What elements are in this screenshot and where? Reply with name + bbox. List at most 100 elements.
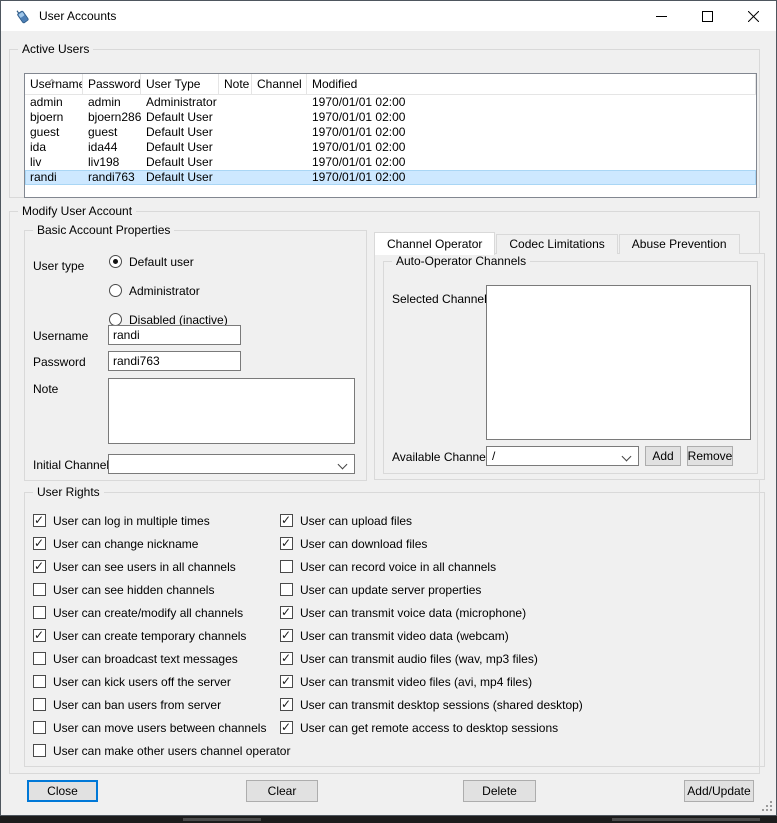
cell-note <box>219 140 252 155</box>
user-rights-group-label: User Rights <box>33 485 104 499</box>
user-right-row[interactable]: User can transmit audio files (wav, mp3 … <box>280 647 583 670</box>
checkbox-icon[interactable] <box>33 514 46 527</box>
resize-grip[interactable] <box>761 800 773 812</box>
maximize-button[interactable] <box>684 1 730 31</box>
titlebar[interactable]: User Accounts <box>1 1 776 31</box>
user-right-label: User can see hidden channels <box>53 583 214 597</box>
column-header-note[interactable]: Note <box>219 74 252 94</box>
column-header-channel[interactable]: Channel <box>252 74 307 94</box>
window-controls <box>638 1 776 31</box>
checkbox-icon[interactable] <box>280 606 293 619</box>
user-right-label: User can transmit desktop sessions (shar… <box>300 698 583 712</box>
column-header-password[interactable]: Password <box>83 74 141 94</box>
checkbox-icon[interactable] <box>33 537 46 550</box>
user-right-row[interactable]: User can upload files <box>280 509 583 532</box>
checkbox-icon[interactable] <box>280 721 293 734</box>
user-right-row[interactable]: User can transmit video data (webcam) <box>280 624 583 647</box>
user-right-row[interactable]: User can transmit desktop sessions (shar… <box>280 693 583 716</box>
user-right-row[interactable]: User can create temporary channels <box>33 624 290 647</box>
cell-password: bjoern286 <box>83 110 141 125</box>
checkbox-icon[interactable] <box>280 514 293 527</box>
user-right-row[interactable]: User can broadcast text messages <box>33 647 290 670</box>
tab-codec-limitations[interactable]: Codec Limitations <box>496 234 617 254</box>
checkbox-icon[interactable] <box>280 560 293 573</box>
radio-button-icon[interactable] <box>109 255 122 268</box>
checkbox-icon[interactable] <box>280 698 293 711</box>
checkbox-icon[interactable] <box>33 629 46 642</box>
column-header-user_type[interactable]: User Type <box>141 74 219 94</box>
note-label: Note <box>33 382 58 396</box>
cell-channel <box>252 125 307 140</box>
password-input[interactable] <box>108 351 241 371</box>
table-row[interactable]: adminadminAdministrator1970/01/01 02:00 <box>25 95 756 110</box>
checkbox-icon[interactable] <box>280 537 293 550</box>
close-button[interactable] <box>730 1 776 31</box>
user-right-label: User can transmit voice data (microphone… <box>300 606 526 620</box>
user-right-row[interactable]: User can move users between channels <box>33 716 290 739</box>
active-users-group-label: Active Users <box>18 42 93 56</box>
add-button[interactable]: Add <box>645 446 681 466</box>
close-dialog-button[interactable]: Close <box>27 780 98 802</box>
app-icon <box>14 8 31 25</box>
users-table[interactable]: UsernamePasswordUser TypeNoteChannelModi… <box>24 73 757 198</box>
user-right-row[interactable]: User can transmit video files (avi, mp4 … <box>280 670 583 693</box>
user-right-row[interactable]: User can get remote access to desktop se… <box>280 716 583 739</box>
checkbox-icon[interactable] <box>280 583 293 596</box>
checkbox-icon[interactable] <box>33 721 46 734</box>
checkbox-icon[interactable] <box>33 583 46 596</box>
add-update-button[interactable]: Add/Update <box>684 780 754 802</box>
user-right-row[interactable]: User can update server properties <box>280 578 583 601</box>
clear-button[interactable]: Clear <box>246 780 318 802</box>
radio-label: Default user <box>129 255 194 269</box>
user-right-row[interactable]: User can make other users channel operat… <box>33 739 290 762</box>
user-right-label: User can transmit video files (avi, mp4 … <box>300 675 532 689</box>
column-header-modified[interactable]: Modified <box>307 74 756 94</box>
user-right-label: User can see users in all channels <box>53 560 236 574</box>
window-title: User Accounts <box>39 9 116 23</box>
table-row[interactable]: bjoernbjoern286Default User1970/01/01 02… <box>25 110 756 125</box>
checkbox-icon[interactable] <box>280 629 293 642</box>
user-right-row[interactable]: User can see users in all channels <box>33 555 290 578</box>
checkbox-icon[interactable] <box>33 560 46 573</box>
user-right-row[interactable]: User can transmit voice data (microphone… <box>280 601 583 624</box>
checkbox-icon[interactable] <box>33 744 46 757</box>
table-row[interactable]: idaida44Default User1970/01/01 02:00 <box>25 140 756 155</box>
cell-modified: 1970/01/01 02:00 <box>307 155 756 170</box>
cell-channel <box>252 170 307 185</box>
checkbox-icon[interactable] <box>280 675 293 688</box>
user-type-radio-row[interactable]: Administrator <box>109 276 228 305</box>
delete-button[interactable]: Delete <box>463 780 536 802</box>
users-table-header[interactable]: UsernamePasswordUser TypeNoteChannelModi… <box>25 74 756 95</box>
user-right-row[interactable]: User can create/modify all channels <box>33 601 290 624</box>
user-right-row[interactable]: User can download files <box>280 532 583 555</box>
user-right-label: User can log in multiple times <box>53 514 210 528</box>
table-row[interactable]: livliv198Default User1970/01/01 02:00 <box>25 155 756 170</box>
user-right-row[interactable]: User can see hidden channels <box>33 578 290 601</box>
user-right-row[interactable]: User can ban users from server <box>33 693 290 716</box>
checkbox-icon[interactable] <box>280 652 293 665</box>
user-rights-group: User Rights User can log in multiple tim… <box>24 492 765 767</box>
checkbox-icon[interactable] <box>33 606 46 619</box>
minimize-button[interactable] <box>638 1 684 31</box>
user-right-row[interactable]: User can kick users off the server <box>33 670 290 693</box>
note-textarea[interactable] <box>108 378 355 444</box>
tab-abuse-prevention[interactable]: Abuse Prevention <box>619 234 740 254</box>
tab-channel-operator[interactable]: Channel Operator <box>374 232 495 255</box>
cell-password: randi763 <box>83 170 141 185</box>
table-row[interactable]: guestguestDefault User1970/01/01 02:00 <box>25 125 756 140</box>
cell-user_type: Default User <box>141 110 219 125</box>
username-input[interactable] <box>108 325 241 345</box>
table-row[interactable]: randirandi763Default User1970/01/01 02:0… <box>25 170 756 185</box>
user-right-row[interactable]: User can record voice in all channels <box>280 555 583 578</box>
available-channels-combobox[interactable]: / <box>486 446 639 466</box>
checkbox-icon[interactable] <box>33 698 46 711</box>
initial-channel-combobox[interactable] <box>108 454 355 474</box>
selected-channels-listbox[interactable] <box>486 285 751 440</box>
radio-button-icon[interactable] <box>109 284 122 297</box>
remove-button[interactable]: Remove <box>687 446 733 466</box>
user-right-row[interactable]: User can change nickname <box>33 532 290 555</box>
user-right-row[interactable]: User can log in multiple times <box>33 509 290 532</box>
user-type-radio-row[interactable]: Default user <box>109 247 228 276</box>
checkbox-icon[interactable] <box>33 652 46 665</box>
checkbox-icon[interactable] <box>33 675 46 688</box>
